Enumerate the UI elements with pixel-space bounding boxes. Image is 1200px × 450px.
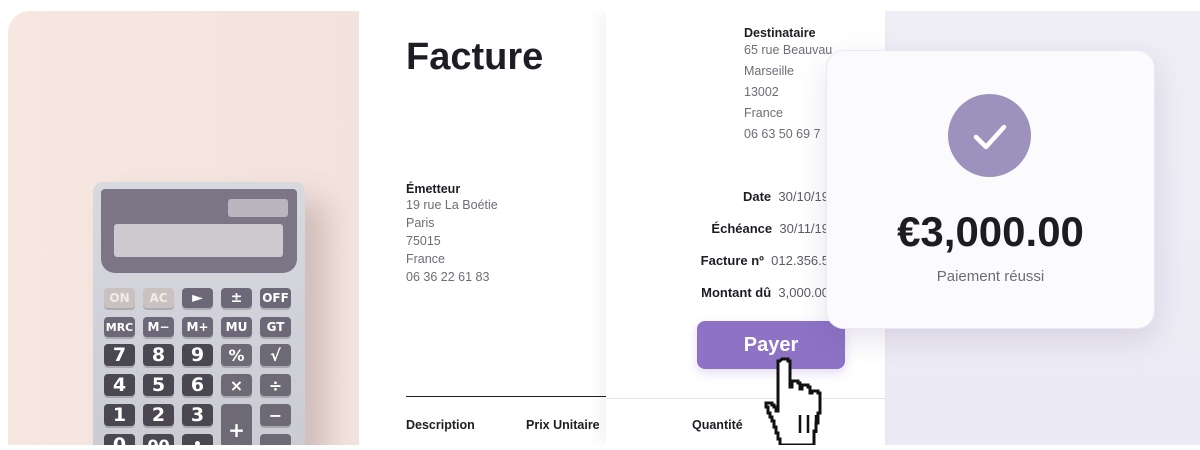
table-divider-light	[606, 398, 885, 399]
field-due-date-label: Échéance	[711, 221, 773, 236]
sender-phone: 06 36 22 61 83	[406, 270, 490, 284]
field-invoice-number-value: 012.356.5	[771, 253, 829, 268]
field-date: Date 30/10/19	[743, 189, 829, 204]
field-invoice-number-label: Facture nº	[700, 253, 764, 268]
recipient-block: Destinataire 65 rue Beauvau Marseille 13…	[744, 26, 832, 145]
calc-key: 3	[182, 404, 213, 426]
calc-key: ±	[221, 288, 252, 308]
calc-key: ×	[221, 374, 252, 396]
recipient-city: Marseille	[744, 64, 795, 78]
calc-key: •	[182, 434, 213, 445]
calc-key: AC	[143, 288, 174, 308]
calc-key: M−	[143, 317, 174, 337]
calc-key: √	[260, 344, 291, 366]
calc-key: ►	[182, 288, 213, 308]
calc-key: %	[221, 344, 252, 366]
field-date-label: Date	[742, 189, 772, 204]
calc-key: 1	[104, 404, 135, 426]
sender-postcode: 75015	[406, 234, 441, 248]
recipient-postcode: 13002	[744, 85, 779, 99]
calc-key: ON	[104, 288, 135, 308]
sender-address-line: 19 rue La Boétie	[406, 198, 498, 212]
field-amount-due-label: Montant dû	[701, 285, 772, 300]
column-description: Description	[406, 418, 475, 432]
hero-frame: ON AC ► ± OFF MRC M− M+ MU GT 7 8 9 % √ …	[8, 11, 1200, 445]
recipient-country: France	[744, 106, 783, 120]
field-invoice-number: Facture nº 012.356.5	[701, 253, 829, 268]
calc-key: OFF	[260, 288, 291, 308]
calculator-illustration: ON AC ► ± OFF MRC M− M+ MU GT 7 8 9 % √ …	[93, 182, 305, 445]
calc-key: 5	[143, 374, 174, 396]
column-quantity: Quantité	[692, 418, 743, 432]
invoice-panel-left: Facture Émetteur 19 rue La Boétie Paris …	[359, 11, 609, 445]
calc-key: 8	[143, 344, 174, 366]
calc-key: M+	[182, 317, 213, 337]
recipient-phone: 06 63 50 69 7	[744, 127, 821, 141]
solar-panel	[228, 199, 288, 217]
calculator-display-area	[101, 189, 297, 273]
calc-key	[260, 434, 291, 445]
table-divider	[406, 396, 606, 397]
calc-key: GT	[260, 317, 291, 337]
calc-key: 00	[143, 434, 174, 445]
payment-success-card: €3,000.00 Paiement réussi	[826, 50, 1155, 329]
field-due-date-value: 30/11/19	[779, 221, 829, 236]
calc-key: 7	[104, 344, 135, 366]
field-date-value: 30/10/19	[778, 189, 829, 204]
calc-key: 9	[182, 344, 213, 366]
sender-block: Émetteur 19 rue La Boétie Paris 75015 Fr…	[406, 182, 498, 286]
calculator-screen	[114, 224, 283, 257]
recipient-label: Destinataire	[744, 26, 816, 40]
calc-key: 6	[182, 374, 213, 396]
calc-key: MU	[221, 317, 252, 337]
payment-status: Paiement réussi	[936, 268, 1045, 285]
check-icon	[948, 94, 1031, 177]
calc-key: +	[221, 404, 252, 445]
sender-label: Émetteur	[406, 182, 461, 196]
calc-key: 2	[143, 404, 174, 426]
calc-key: MRC	[104, 317, 135, 337]
calc-key: −	[260, 404, 291, 426]
payment-amount: €3,000.00	[897, 208, 1084, 255]
field-amount-due-value: 3,000.00	[778, 285, 829, 300]
column-unit-price: Prix Unitaire	[526, 418, 600, 432]
calc-key: ÷	[260, 374, 291, 396]
field-due-date: Échéance 30/11/19	[711, 221, 829, 236]
calc-key: 4	[104, 374, 135, 396]
hand-pointer-icon	[752, 355, 832, 450]
invoice-title: Facture	[406, 36, 544, 78]
field-amount-due: Montant dû 3,000.00	[701, 285, 829, 300]
recipient-address-line: 65 rue Beauvau	[744, 43, 833, 57]
sender-country: France	[406, 252, 445, 266]
calc-key: 0	[104, 434, 135, 445]
sender-city: Paris	[406, 216, 435, 230]
